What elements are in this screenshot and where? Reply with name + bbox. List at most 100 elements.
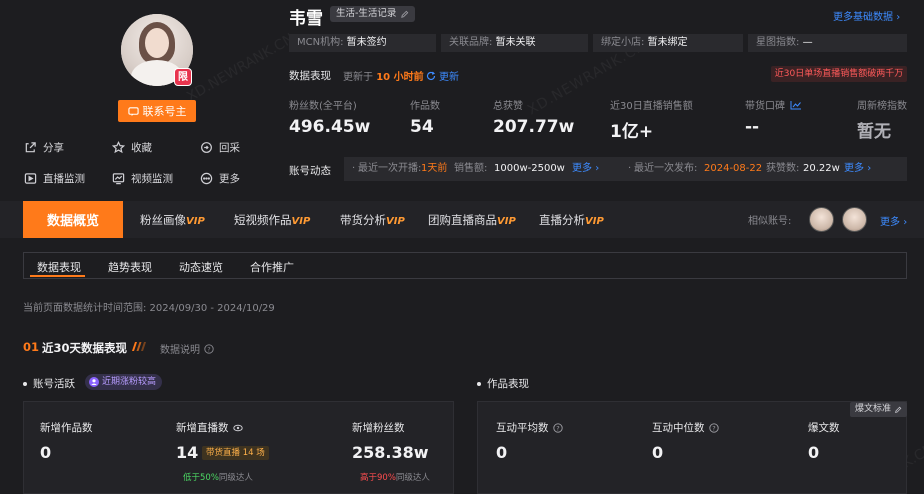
section-decor-icon: [132, 342, 146, 351]
tab-live-analysis[interactable]: 直播分析VIP: [539, 212, 604, 228]
tab-group-live-goods[interactable]: 团购直播商品VIP: [428, 212, 516, 228]
account-name: 韦雪: [289, 9, 323, 29]
median-interaction-value: 0: [652, 443, 664, 462]
brand-value: 暂未关联: [495, 37, 536, 48]
new-fans-compare-label: 同级达人: [395, 473, 430, 483]
refresh-icon: [426, 71, 436, 80]
avatar[interactable]: 限: [121, 14, 193, 86]
more-basic-data-link[interactable]: 更多基础数据 ›: [833, 8, 900, 23]
tab-data-overview[interactable]: 数据概览: [23, 201, 123, 238]
median-interaction-label: 互动中位数: [652, 422, 705, 434]
fans-value: 496.45w: [289, 117, 371, 137]
bullet-dot: ·: [352, 163, 356, 174]
favorite-label: 收藏: [131, 142, 152, 154]
shop-info: 绑定小店: 暂未绑定: [593, 34, 743, 52]
share-button[interactable]: 分享: [24, 140, 64, 155]
similar-more-link[interactable]: 更多 ›: [880, 213, 907, 228]
similar-more-label: 更多: [880, 217, 900, 228]
tab-sales-analysis[interactable]: 带货分析VIP: [340, 212, 405, 228]
total-likes-label: 总获赞: [493, 101, 523, 112]
vip-badge: VIP: [386, 216, 405, 227]
similar-account-avatar[interactable]: [842, 207, 867, 232]
likes-label: 获赞数:: [766, 163, 800, 174]
new-lives-compare-value: 低于50%: [183, 473, 219, 483]
bullet-dot: [477, 381, 481, 386]
reputation-value: --: [745, 117, 760, 137]
tab-short-video[interactable]: 短视频作品VIP: [234, 212, 310, 228]
new-fans-compare: 高于90%同级达人: [360, 471, 430, 483]
weekly-index-label: 周新榜指数: [857, 101, 907, 112]
category-label: 生活-生活记录: [336, 8, 397, 19]
sales-live-tag: 带货直播 14 场: [202, 446, 269, 460]
edit-icon: [401, 10, 409, 18]
recollect-button[interactable]: 回采: [200, 140, 240, 155]
favorite-button[interactable]: 收藏: [112, 140, 152, 155]
subtab-performance[interactable]: 数据表现: [37, 259, 81, 275]
star-icon: [112, 141, 125, 154]
shop-value: 暂未绑定: [647, 37, 688, 48]
mcn-info: MCN机构: 暂未签约: [289, 34, 436, 52]
account-active-heading: 账号活跃: [23, 376, 75, 391]
subtab-cooperation[interactable]: 合作推广: [250, 259, 294, 275]
trend-chart-icon[interactable]: [790, 100, 802, 110]
performance-label: 数据表现: [289, 70, 331, 82]
help-icon: ?: [204, 343, 214, 354]
refresh-icon: [201, 142, 212, 153]
subtab-trend[interactable]: 趋势表现: [108, 259, 152, 275]
new-fans-value: 258.38w: [352, 443, 429, 462]
updated-prefix: 更新于: [343, 72, 373, 83]
svg-text:?: ?: [556, 424, 559, 432]
contact-owner-label: 联系号主: [142, 105, 187, 118]
similar-account-avatar[interactable]: [809, 207, 834, 232]
tab-fans-profile[interactable]: 粉丝画像VIP: [140, 212, 205, 228]
new-lives-label-wrap: 新增直播数: [176, 420, 243, 435]
subtab-active-indicator: [30, 275, 85, 277]
help-icon[interactable]: ?: [708, 422, 719, 433]
live-sales-label: 近30日直播销售额: [610, 101, 693, 112]
eye-icon[interactable]: [232, 424, 243, 432]
svg-text:?: ?: [712, 424, 715, 432]
section-number: 01: [23, 340, 40, 354]
live-monitor-button[interactable]: 直播监测: [24, 171, 85, 186]
fans-label: 粉丝数(全平台): [289, 101, 357, 112]
sales-value: 1000w-2500w: [494, 163, 565, 174]
shop-label: 绑定小店:: [601, 37, 645, 48]
publish-more-link[interactable]: 更多 ›: [844, 157, 871, 181]
works-performance-heading-label: 作品表现: [487, 378, 529, 390]
avg-interaction-label: 互动平均数: [496, 422, 549, 434]
mcn-value: 暂未签约: [346, 37, 387, 48]
help-icon[interactable]: ?: [552, 422, 563, 433]
date-range-text: 当前页面数据统计时间范围: 2024/09/30 - 2024/10/29: [23, 303, 275, 314]
new-lives-compare-label: 同级达人: [218, 473, 253, 483]
star-index-value: —: [802, 37, 813, 48]
shop-badge-icon: 限: [174, 68, 192, 86]
account-dynamic-label: 账号动态: [289, 165, 331, 177]
new-lives-value: 14: [176, 443, 199, 462]
sub-tab-bar: [23, 252, 907, 279]
edit-icon: [895, 406, 902, 413]
viral-standard-label: 爆文标准: [855, 404, 892, 414]
contact-owner-button[interactable]: 联系号主: [118, 100, 196, 122]
account-active-heading-label: 账号活跃: [33, 378, 75, 390]
category-tag[interactable]: 生活-生活记录: [330, 6, 416, 22]
viral-count-label: 爆文数: [808, 422, 840, 434]
avg-interaction-value: 0: [496, 443, 508, 462]
publish-more-label: 更多: [844, 163, 864, 174]
live-more-link[interactable]: 更多 ›: [572, 157, 599, 181]
watermark: XD.NEWRANK.CN: [184, 30, 297, 106]
video-monitor-button[interactable]: 视频监测: [112, 171, 173, 186]
bullet-dot: ·: [628, 163, 632, 174]
new-lives-label: 新增直播数: [176, 422, 229, 434]
more-actions-button[interactable]: 更多: [200, 171, 240, 186]
svg-text:?: ?: [207, 345, 210, 353]
chevron-right-icon: ›: [896, 12, 901, 23]
update-button[interactable]: 更新: [426, 68, 459, 83]
tab-fans-profile-label: 粉丝画像: [140, 213, 186, 227]
bullet-dot: [23, 381, 27, 386]
viral-standard-button[interactable]: 爆文标准: [850, 402, 908, 417]
works-count-value: 54: [410, 117, 434, 137]
more-basic-data-label: 更多基础数据: [833, 12, 893, 23]
subtab-dynamics[interactable]: 动态速览: [179, 259, 223, 275]
tab-group-live-goods-label: 团购直播商品: [428, 213, 497, 227]
data-explanation-link[interactable]: 数据说明 ?: [160, 341, 214, 356]
